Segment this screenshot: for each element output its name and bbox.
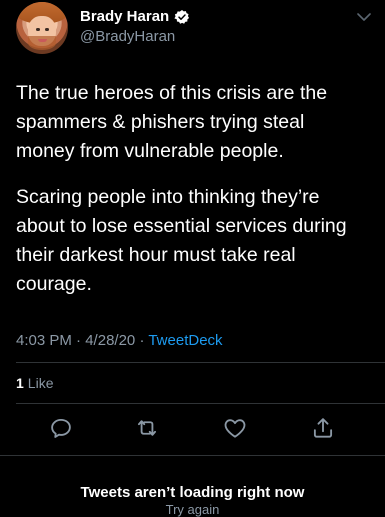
tweet-text-paragraph-2: Scaring people into thinking they’re abo…: [16, 186, 347, 295]
author-name[interactable]: Brady Haran: [80, 8, 169, 25]
tweet-time[interactable]: 4:03 PM: [16, 332, 72, 349]
reply-icon: [51, 418, 71, 438]
author-handle[interactable]: @BradyHaran: [80, 28, 175, 45]
divider: [16, 362, 385, 363]
divider: [16, 403, 385, 404]
tweet-header: Brady Haran @BradyHaran: [0, 0, 385, 62]
share-button[interactable]: [310, 415, 336, 441]
retweet-button[interactable]: [134, 415, 160, 441]
tweet-date[interactable]: 4/28/20: [85, 332, 135, 349]
avatar[interactable]: [16, 2, 68, 54]
meta-separator: ·: [76, 332, 86, 349]
tweet-text-paragraph-1: The true heroes of this crisis are the s…: [16, 82, 328, 162]
try-again-button[interactable]: Try again: [0, 502, 385, 517]
reply-button[interactable]: [48, 415, 74, 441]
like-button[interactable]: [222, 415, 248, 441]
tweet-actions: [0, 415, 385, 443]
likes-label: Like: [27, 375, 54, 391]
chevron-down-icon[interactable]: [357, 12, 371, 22]
heart-icon: [224, 419, 246, 438]
retweet-icon: [137, 420, 157, 436]
divider: [0, 455, 385, 456]
likes-count: 1: [16, 375, 24, 391]
meta-separator: ·: [139, 332, 149, 349]
verified-badge-icon: [174, 9, 190, 24]
likes-stat[interactable]: 1 Like: [16, 375, 53, 391]
error-message: Tweets aren’t loading right now: [80, 484, 305, 501]
tweet-source-link[interactable]: TweetDeck: [148, 332, 222, 349]
share-icon: [313, 418, 333, 438]
tweet-meta: 4:03 PM · 4/28/20 · TweetDeck: [16, 332, 223, 349]
author-name-row[interactable]: Brady Haran: [80, 8, 190, 25]
